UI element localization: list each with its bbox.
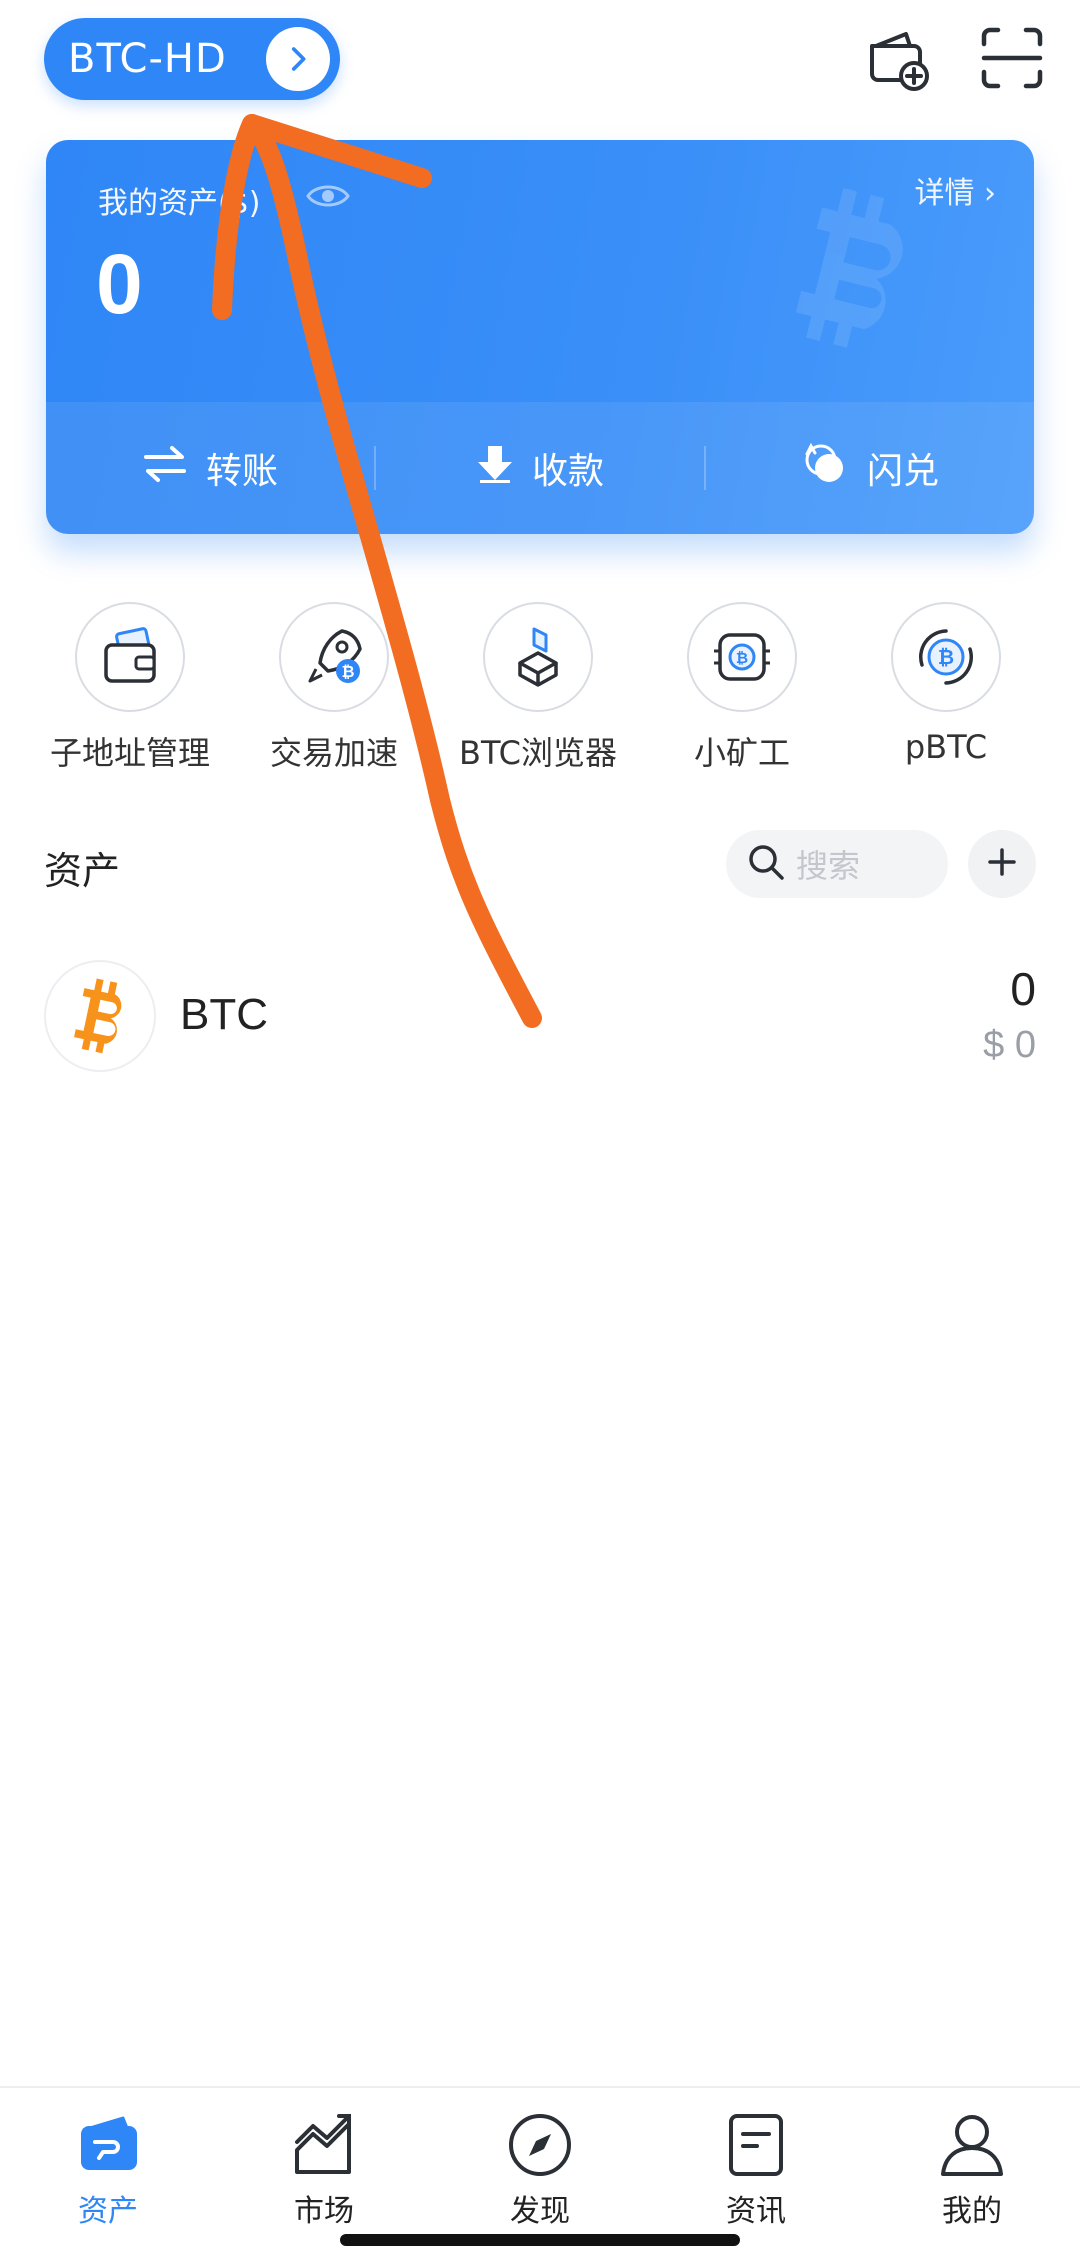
asset-quantity: 0 [1010,963,1036,1015]
top-bar: BTC-HD [0,0,1080,120]
asset-row-btc[interactable]: BTC 0 $ 0 [0,958,1080,1074]
market-chart-icon [289,2110,359,2180]
add-wallet-icon[interactable] [862,22,934,94]
news-icon [721,2110,791,2180]
shortcut-label: 交易加速 [269,734,398,772]
transfer-button[interactable]: 转账 [46,442,374,494]
swap-button[interactable]: 闪兑 [706,440,1034,497]
miner-chip-icon: ₿ [687,602,797,712]
add-asset-button[interactable] [968,830,1036,898]
svg-text:₿: ₿ [341,663,354,681]
nav-assets[interactable]: 资产 [0,2088,216,2264]
shortcut-btc-browser[interactable]: BTC浏览器 [436,602,640,772]
nav-label: 资产 [78,2194,138,2229]
nav-profile[interactable]: 我的 [864,2088,1080,2264]
shortcut-subaddress[interactable]: 子地址管理 [28,602,232,772]
my-assets-label: 我的资产($) [98,186,261,221]
shortcut-label: 小矿工 [693,734,790,772]
transfer-icon [142,444,188,493]
browser-cube-icon [483,602,593,712]
plus-icon [986,846,1018,882]
chevron-right-icon [266,27,330,91]
wallet-name: BTC-HD [68,36,227,82]
nav-label: 发现 [510,2194,570,2229]
scan-icon[interactable] [976,22,1048,94]
assets-icon [73,2110,143,2180]
shortcut-little-miner[interactable]: ₿ 小矿工 [640,602,844,772]
svg-text:₿: ₿ [938,647,954,669]
eye-icon[interactable] [304,176,352,216]
shortcut-tx-accelerate[interactable]: ₿ 交易加速 [232,602,436,772]
shortcut-pbtc[interactable]: ₿ pBTC [844,602,1048,772]
shortcut-label: pBTC [904,728,988,766]
home-indicator [340,2234,740,2246]
asset-fiat-value: $ 0 [983,1024,1036,1066]
receive-button[interactable]: 收款 [376,442,704,494]
wallet-selector-button[interactable]: BTC-HD [44,18,340,100]
transfer-label: 转账 [205,451,278,492]
details-link[interactable]: 详情 › [914,168,996,212]
pbtc-icon: ₿ [891,602,1001,712]
shortcut-label: BTC浏览器 [459,734,617,772]
bitcoin-logo-icon [44,960,156,1072]
rocket-icon: ₿ [279,602,389,712]
total-assets-amount: 0 [96,237,143,331]
card-action-bar: 转账 收款 闪兑 [46,402,1034,534]
search-placeholder: 搜索 [796,847,861,885]
shortcut-grid: 子地址管理 ₿ 交易加速 BTC浏览器 ₿ 小矿工 ₿ pBTC [0,602,1080,772]
asset-search-input[interactable]: 搜索 [726,830,948,898]
svg-text:₿: ₿ [736,650,748,667]
swap-icon [801,440,849,497]
nav-label: 市场 [294,2194,354,2229]
nav-label: 资讯 [726,2194,786,2229]
receive-icon [476,444,514,493]
asset-symbol: BTC [180,990,268,1039]
swap-label: 闪兑 [866,451,939,492]
asset-summary-card: 我的资产($) 详情 › 0 转账 收款 闪兑 [46,140,1034,534]
nav-label: 我的 [942,2194,1002,2229]
assets-section-title: 资产 [44,849,121,893]
profile-icon [937,2110,1007,2180]
wallet-address-icon [75,602,185,712]
compass-icon [505,2110,575,2180]
receive-label: 收款 [531,451,604,492]
shortcut-label: 子地址管理 [49,734,210,772]
search-icon [746,842,786,886]
